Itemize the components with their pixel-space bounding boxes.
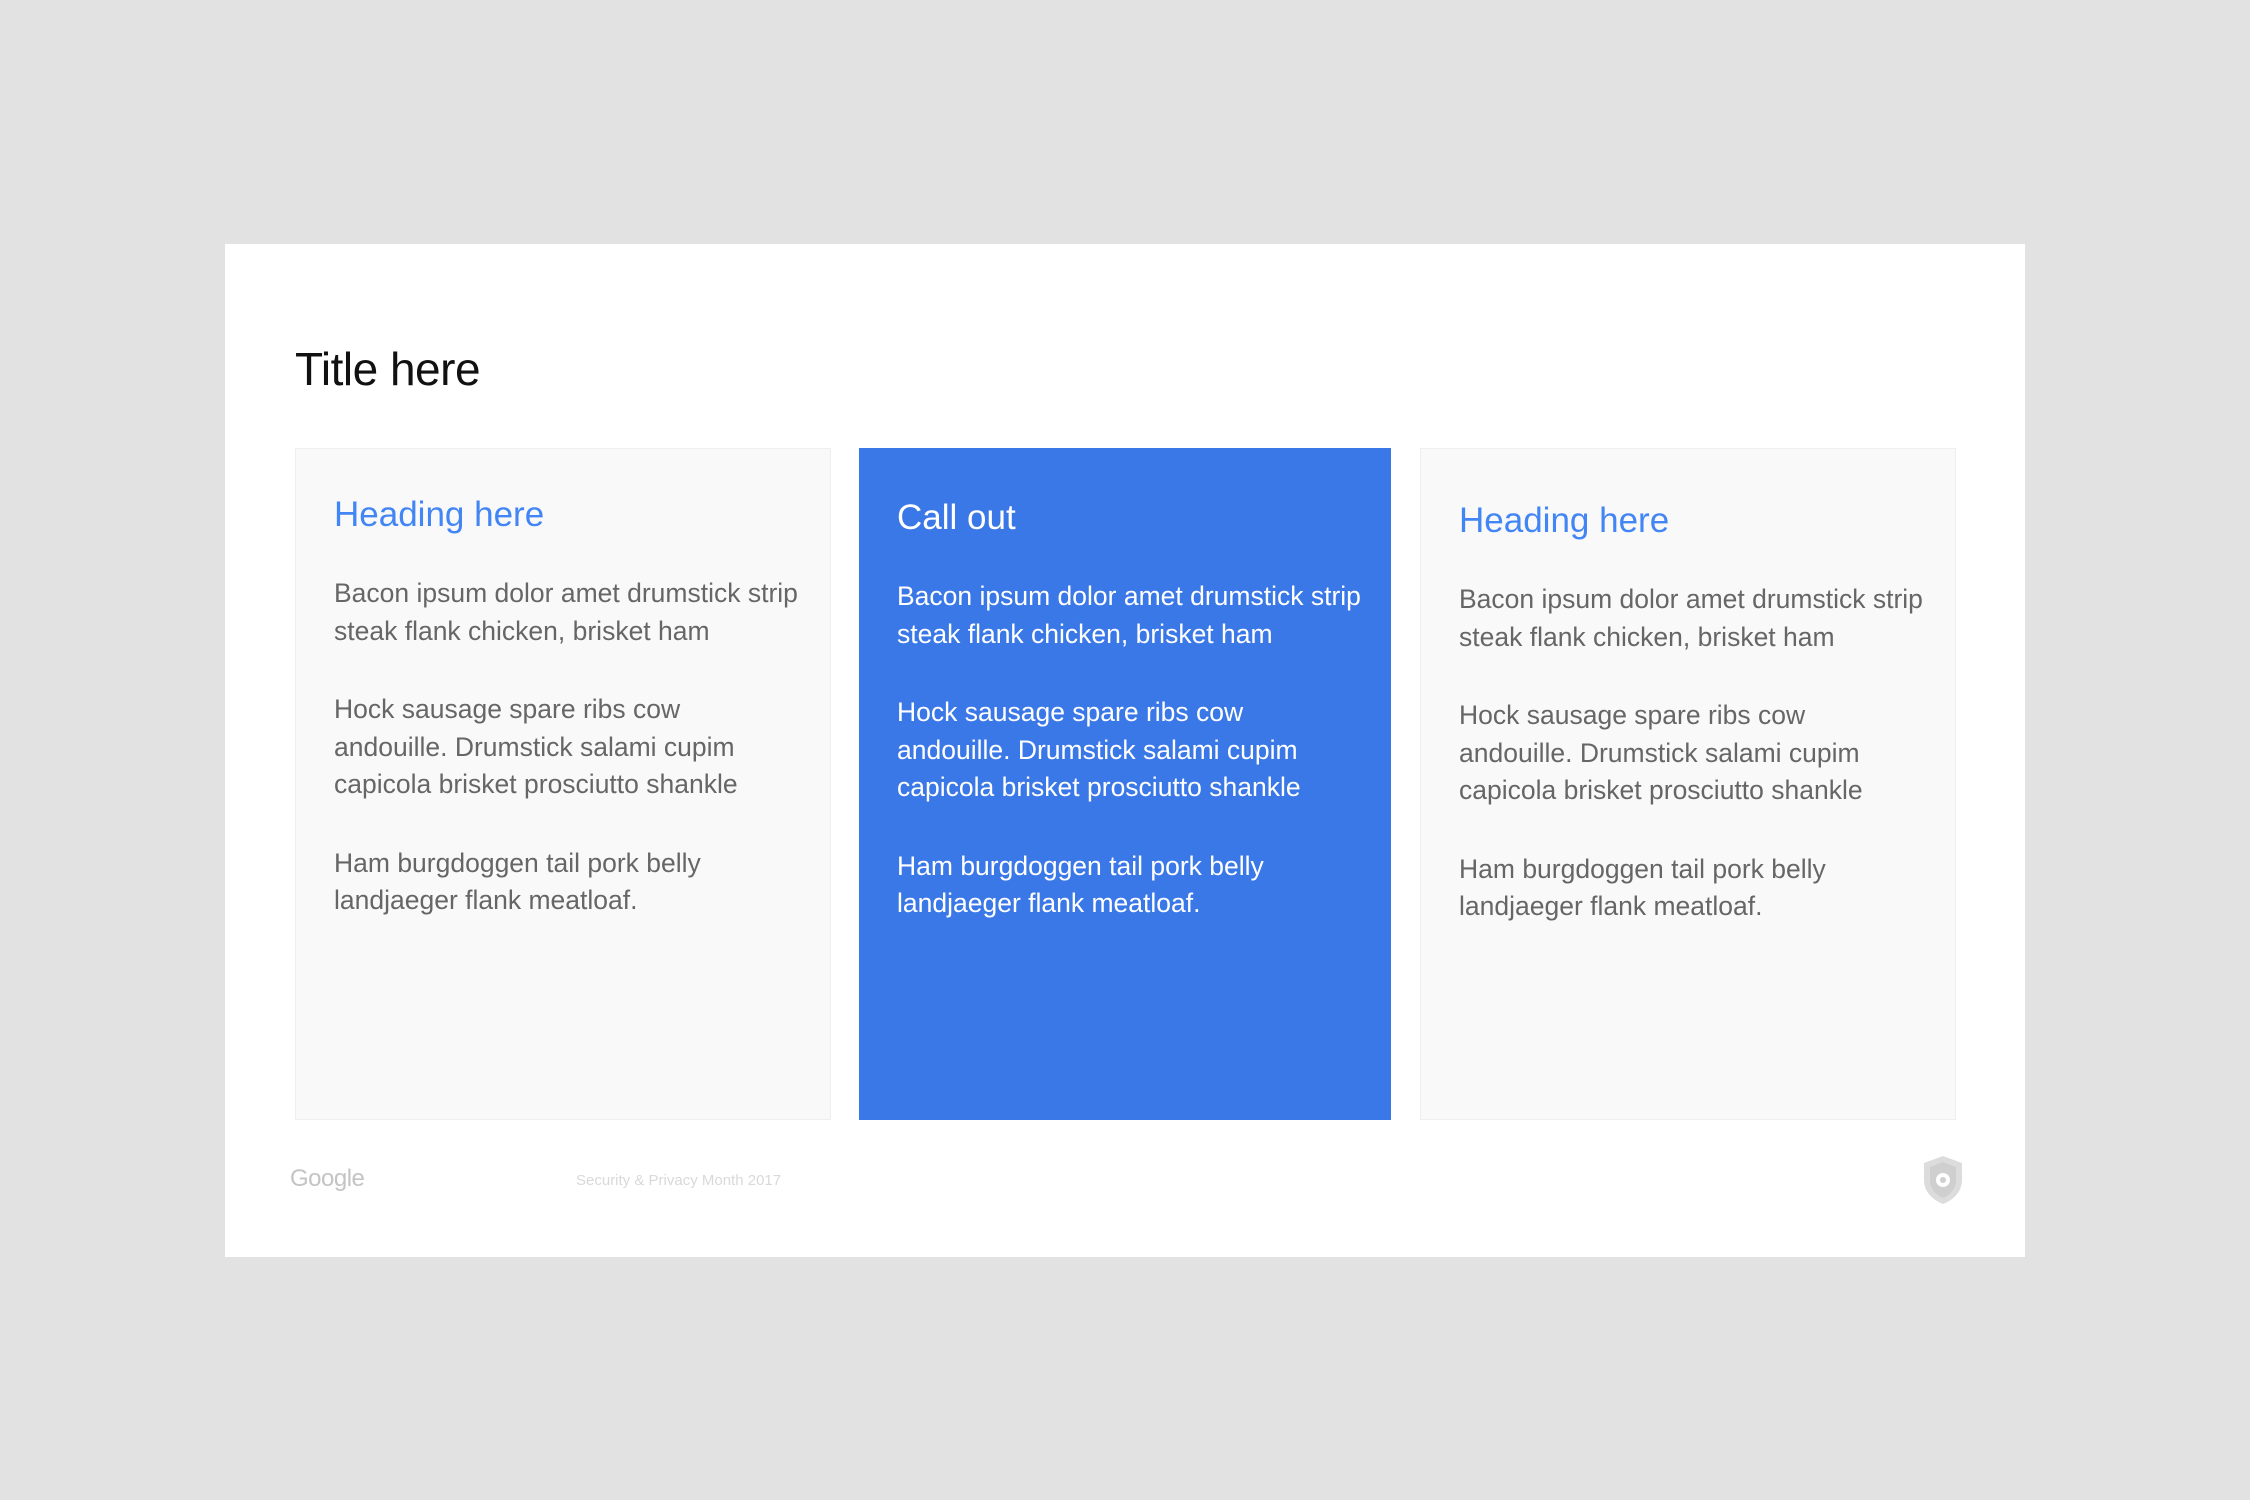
card-paragraph: Hock sausage spare ribs cow andouille. D… (897, 697, 1301, 802)
card-paragraph: Bacon ipsum dolor amet drumstick strip s… (334, 578, 798, 646)
card-heading: Heading here (334, 495, 545, 534)
card-content: Heading here Bacon ipsum dolor amet drum… (334, 493, 800, 961)
shield-icon (1924, 1156, 1962, 1204)
slide: Title here Heading here Bacon ipsum dolo… (225, 244, 2025, 1257)
card-content: Call out Bacon ipsum dolor amet drumstic… (897, 496, 1361, 964)
card-paragraph: Bacon ipsum dolor amet drumstick strip s… (897, 581, 1361, 649)
footer-event-text: Security & Privacy Month 2017 (576, 1172, 782, 1189)
card-paragraph: Ham burgdoggen tail pork belly landjaege… (897, 850, 1264, 919)
card-heading: Call out (897, 498, 1016, 537)
card-right: Heading here Bacon ipsum dolor amet drum… (1420, 448, 1956, 1120)
card-paragraph: Hock sausage spare ribs cow andouille. D… (334, 694, 738, 799)
card-heading: Heading here (1459, 501, 1670, 540)
card-callout: Call out Bacon ipsum dolor amet drumstic… (859, 448, 1391, 1120)
card-paragraph: Hock sausage spare ribs cow andouille. D… (1459, 700, 1863, 805)
card-paragraph: Ham burgdoggen tail pork belly landjaege… (334, 847, 701, 916)
card-content: Heading here Bacon ipsum dolor amet drum… (1459, 499, 1925, 967)
card-left: Heading here Bacon ipsum dolor amet drum… (295, 448, 831, 1120)
slide-title: Title here (295, 343, 481, 395)
card-paragraph: Ham burgdoggen tail pork belly landjaege… (1459, 853, 1826, 922)
card-paragraph: Bacon ipsum dolor amet drumstick strip s… (1459, 584, 1923, 652)
google-logo: Google (290, 1165, 365, 1192)
